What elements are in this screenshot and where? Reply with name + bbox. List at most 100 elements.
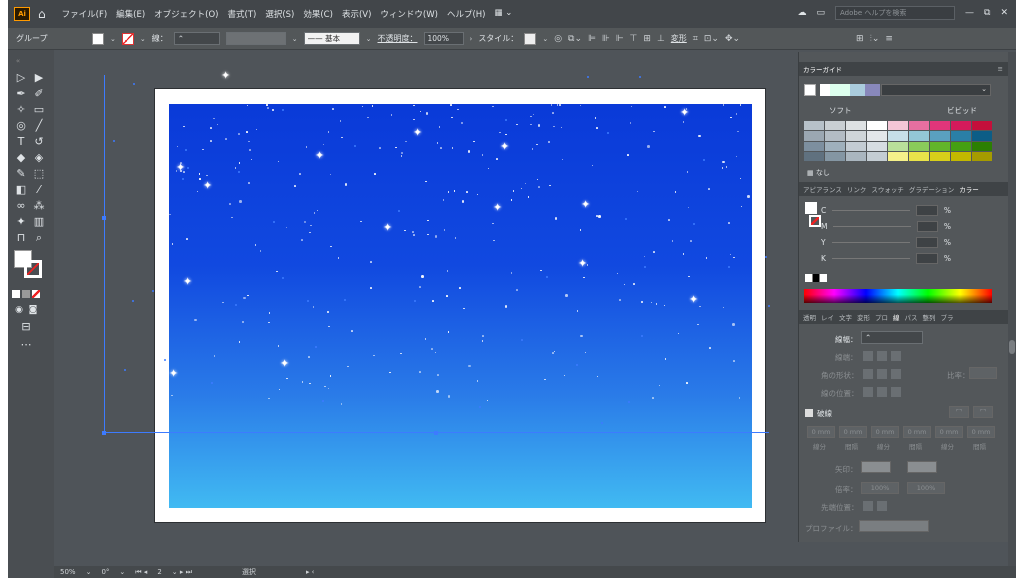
isolate-icon[interactable]: ⌗ — [693, 34, 698, 44]
color-variation-swatch[interactable] — [909, 141, 929, 151]
blend-tool-icon[interactable]: ∞ — [14, 199, 28, 213]
scale-end-input[interactable]: 100% — [907, 482, 945, 494]
color-variation-swatch[interactable] — [972, 121, 992, 131]
tab-transparency[interactable]: 透明 — [803, 312, 816, 322]
color-variation-swatch[interactable] — [804, 121, 824, 131]
eraser-tool-icon[interactable]: ◆ — [14, 151, 28, 165]
brush-field[interactable]: —— 基本 — [303, 32, 360, 45]
arrow-end-dropdown[interactable] — [907, 461, 937, 473]
screen-mode-icon[interactable]: ◙ — [26, 303, 40, 317]
color-spectrum[interactable] — [804, 289, 992, 303]
none-black-white-icons[interactable] — [805, 274, 827, 282]
transform-link[interactable]: 変形 — [671, 33, 687, 44]
edit-toolbar-icon[interactable]: ⊟ — [19, 320, 33, 334]
color-variation-swatch[interactable] — [867, 131, 887, 141]
magic-wand-tool-icon[interactable]: ✧ — [14, 103, 28, 117]
status-menu-icon[interactable]: ▸ ‹ — [306, 568, 315, 576]
paintbrush-tool-icon[interactable]: ╱ — [32, 119, 46, 133]
gap-2[interactable]: 0 mm — [903, 426, 931, 438]
fill-dropdown-icon[interactable]: ⌄ — [110, 35, 116, 43]
restore-button[interactable]: ⧉ — [984, 8, 990, 18]
rotate-field[interactable]: 0° — [101, 568, 109, 576]
color-variation-swatch[interactable] — [888, 121, 908, 131]
variable-width-field[interactable] — [225, 32, 286, 45]
cyan-slider[interactable]: C% — [821, 204, 951, 216]
direct-selection-tool-icon[interactable]: ▶ — [32, 71, 46, 85]
menu-object[interactable]: オブジェクト(O) — [154, 8, 218, 20]
tab-gradient[interactable]: グラデーション — [909, 184, 954, 194]
color-variation-swatch[interactable] — [951, 131, 971, 141]
variable-width-dropdown-icon[interactable]: ⌄ — [292, 35, 298, 43]
puppet-warp-tool-icon[interactable]: ✦ — [14, 215, 28, 229]
tab-pathfinder[interactable]: パス — [905, 312, 918, 322]
color-variation-swatch[interactable] — [888, 131, 908, 141]
style-swatch[interactable] — [524, 32, 537, 45]
color-variation-swatch[interactable] — [867, 141, 887, 151]
color-variation-swatch[interactable] — [804, 141, 824, 151]
dash-1[interactable]: 0 mm — [807, 426, 835, 438]
stroke-weight-input[interactable]: ⌃ — [861, 331, 923, 344]
stroke-weight-field[interactable]: ⌃ — [173, 32, 220, 45]
tab-swatches[interactable]: スウォッチ — [871, 184, 904, 194]
round-join-button[interactable] — [877, 369, 887, 379]
panel-menu-icon[interactable]: ≡ — [998, 65, 1003, 73]
color-variation-swatch[interactable] — [930, 141, 950, 151]
color-variation-swatch[interactable] — [825, 131, 845, 141]
gap-3[interactable]: 0 mm — [967, 426, 995, 438]
gradient-mode-icon[interactable] — [22, 290, 30, 298]
fill-swatch[interactable] — [92, 32, 104, 45]
round-cap-button[interactable] — [877, 351, 887, 361]
color-variation-swatch[interactable] — [888, 151, 908, 161]
menu-view[interactable]: 表示(V) — [342, 8, 371, 20]
tab-brushes[interactable]: ブラ — [941, 312, 954, 322]
distort-icon[interactable]: ✥⌄ — [725, 34, 740, 44]
color-variation-swatch[interactable] — [804, 131, 824, 141]
tab-align[interactable]: 整列 — [923, 312, 936, 322]
free-transform-tool-icon[interactable]: ⬚ — [32, 167, 46, 181]
selection-tool-icon[interactable]: ▷ — [14, 71, 28, 85]
arrow-start-dropdown[interactable] — [861, 461, 891, 473]
align-middle-icon[interactable]: ⊞ — [643, 34, 651, 44]
color-variation-swatch[interactable] — [930, 151, 950, 161]
dashed-checkbox[interactable] — [805, 409, 813, 417]
rotate-dropdown-icon[interactable]: ⌄ — [119, 568, 125, 576]
stroke-color-icon[interactable] — [24, 260, 42, 278]
opacity-field[interactable]: 100% — [423, 32, 464, 45]
eyedropper-tool-icon[interactable]: ⁄ — [32, 183, 46, 197]
opacity-label[interactable]: 不透明度： — [378, 33, 418, 44]
color-variation-swatch[interactable] — [888, 141, 908, 151]
align-to-icon[interactable]: ⧉⌄ — [568, 34, 582, 44]
square-cap-button[interactable] — [891, 351, 901, 361]
help-search-input[interactable]: Adobe ヘルプを検索 — [835, 6, 956, 20]
zoom-dropdown-icon[interactable]: ⌄ — [86, 568, 92, 576]
color-variation-swatch[interactable] — [909, 131, 929, 141]
type-tool-icon[interactable]: T — [14, 135, 28, 149]
color-variations-grid[interactable] — [804, 121, 992, 161]
tab-appearance[interactable]: アピアランス — [803, 184, 842, 194]
magenta-slider[interactable]: M% — [821, 220, 951, 232]
rectangle-tool-icon[interactable]: ▭ — [32, 103, 46, 117]
align-top-icon[interactable]: ⊤ — [630, 34, 638, 44]
color-variation-swatch[interactable] — [867, 151, 887, 161]
curvature-tool-icon[interactable]: ✐ — [32, 87, 46, 101]
align-center-icon[interactable]: ⊪ — [602, 34, 610, 44]
draw-mode-icon[interactable]: ◉ — [12, 303, 26, 317]
menu-edit[interactable]: 編集(E) — [116, 8, 145, 20]
artboard-number-field[interactable]: 2 — [157, 568, 161, 576]
gradient-tool-icon[interactable]: ◧ — [14, 183, 28, 197]
brush-dropdown-icon[interactable]: ⌄ — [366, 35, 372, 43]
dash-preserve-button[interactable]: ⌜⌝ — [949, 406, 969, 418]
graph-tool-icon[interactable]: ▥ — [32, 215, 46, 229]
color-variation-swatch[interactable] — [951, 141, 971, 151]
arrow-place-button[interactable] — [877, 501, 887, 511]
color-variation-swatch[interactable] — [951, 151, 971, 161]
bbox-handle-bottom-left[interactable] — [102, 431, 106, 435]
zoom-field[interactable]: 50% — [60, 568, 76, 576]
tab-character[interactable]: 文字 — [839, 312, 852, 322]
more-tools-icon[interactable]: ⋯ — [19, 338, 33, 352]
panel-scroll-thumb[interactable] — [1009, 340, 1015, 354]
workspace-switcher-icon[interactable]: ▦ ⌄ — [494, 8, 512, 20]
artboard-first-icon[interactable]: ⏮ ◂ — [135, 568, 147, 577]
color-variation-swatch[interactable] — [846, 151, 866, 161]
zoom-tool-icon[interactable]: ⌕ — [32, 231, 46, 245]
